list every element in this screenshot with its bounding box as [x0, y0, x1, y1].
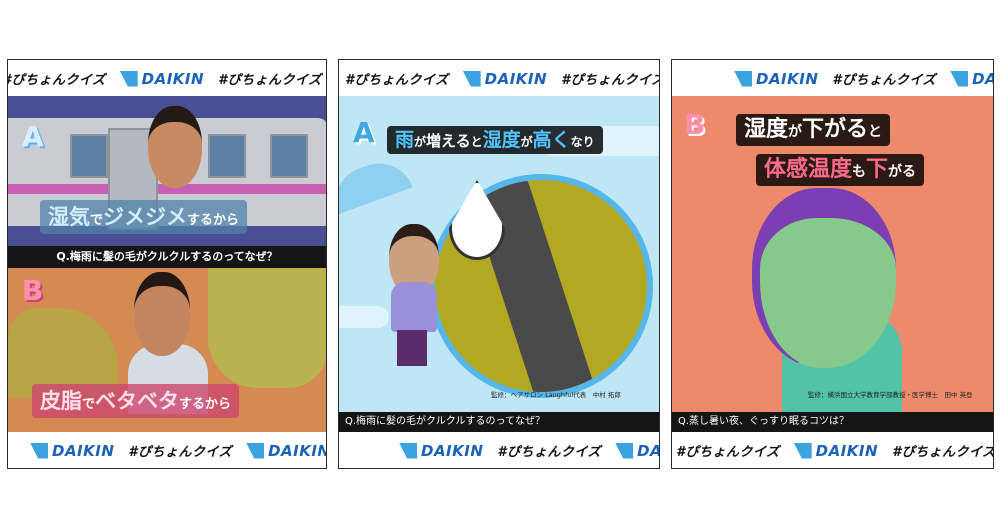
daikin-mark-icon — [246, 442, 265, 459]
hashtag: #ぴちょんクイズ — [832, 73, 937, 88]
question-caption: Q.梅雨に髪の毛がクルクルするのってなぜ？ — [8, 246, 326, 268]
daikin-mark-icon — [399, 442, 417, 459]
daikin-mark-icon — [615, 442, 634, 459]
answer-a-label: 湿気でジメジメするから — [40, 200, 248, 234]
quiz-panel-2: #ぴちょんクイズ DAIKIN #ぴちょんクイズ DAIKIN A 雨が増えると… — [338, 59, 660, 469]
train-window — [208, 134, 246, 178]
brand-strip-top: #ぴちょんクイズ DAIKIN #ぴちょんクイズ DAIKIN — [339, 60, 659, 96]
daikin-wordmark: DAIKIN — [268, 441, 326, 460]
hashtag: #ぴちょんクイズ — [218, 73, 322, 88]
brand-strip-bottom: #ぴちょんクイズ DAIKIN #ぴちょんクイズ DAIKIN — [672, 432, 993, 468]
daikin-wordmark: DAIKIN — [52, 441, 115, 460]
supervisor-credit: 監修：横浜国立大学教育学部教授・医学博士 田中 英登 — [808, 391, 973, 399]
hashtag: #ぴちょんクイズ — [561, 73, 659, 88]
daikin-logo: DAIKIN — [793, 441, 879, 460]
person-head — [148, 106, 202, 188]
daikin-wordmark: DAIKIN — [815, 441, 879, 460]
choice-letter-b: B — [22, 274, 44, 307]
answer-title: 雨が増えると湿度が高くなり — [387, 126, 603, 154]
hashtag: #ぴちょんクイズ — [8, 73, 106, 88]
person-head — [134, 272, 190, 356]
panel-3-scene: B 湿度が下がると 体感温度も下がる 監修：横浜国立大学教育学部教授・医学博士 … — [672, 96, 993, 432]
daikin-wordmark: DAIKIN — [972, 69, 993, 88]
person-head — [752, 188, 896, 368]
train-background: A 湿気でジメジメするから — [8, 96, 326, 268]
daikin-wordmark: DAIKIN — [421, 441, 484, 460]
daikin-wordmark: DAIKIN — [141, 69, 205, 88]
choice-letter-b: B — [684, 108, 706, 141]
panel-2-scene: A 雨が増えると湿度が高くなり 監修：ヘアサロン Laughful代表 中村 拓… — [339, 96, 659, 432]
person-legs — [397, 330, 427, 366]
panel-1-scene: A 湿気でジメジメするから Q.梅雨に髪の毛がクルクルするのってなぜ？ B 皮脂… — [8, 96, 326, 432]
daikin-mark-icon — [734, 70, 752, 87]
quiz-panel-1: #ぴちょんクイズ DAIKIN #ぴちょんクイズ A 湿気でジメジメするから Q… — [7, 59, 327, 469]
daikin-logo: DAIKIN — [119, 69, 205, 88]
daikin-wordmark: DAIKIN — [484, 69, 548, 88]
brand-strip-bottom: DAIKIN #ぴちょんクイズ DAIKIN — [339, 432, 659, 468]
daikin-mark-icon — [119, 70, 138, 87]
train-window — [270, 134, 308, 178]
daikin-logo: DAIKIN — [30, 442, 114, 460]
answer-line-2: 体感温度も下がる — [756, 154, 925, 186]
daikin-logo: DAIKIN — [399, 442, 483, 460]
cloud-shape — [339, 306, 389, 328]
daikin-wordmark: DAIKIN — [756, 69, 819, 88]
hashtag: #ぴちょんクイズ — [497, 445, 602, 460]
daikin-logo: DAIKIN — [734, 70, 818, 88]
daikin-mark-icon — [950, 70, 969, 87]
umbrella-icon — [339, 153, 413, 215]
answer-b-label: 皮脂でベタベタするから — [32, 384, 240, 418]
hashtag: #ぴちょんクイズ — [128, 445, 233, 460]
person-body — [391, 282, 437, 332]
brand-strip-bottom: DAIKIN #ぴちょんクイズ DAIKIN — [8, 432, 326, 468]
daikin-logo: DAIKIN — [615, 442, 659, 460]
daikin-mark-icon — [793, 442, 812, 459]
hashtag: #ぴちょんクイズ — [345, 73, 449, 88]
train-window — [70, 134, 108, 178]
choice-letter-a: A — [353, 116, 375, 149]
supervisor-credit: 監修：ヘアサロン Laughful代表 中村 拓郎 — [491, 391, 621, 399]
hashtag: #ぴちょんクイズ — [892, 445, 993, 460]
daikin-wordmark: DAIKIN — [637, 441, 659, 460]
hashtag: #ぴちょんクイズ — [676, 445, 780, 460]
daikin-mark-icon — [462, 70, 481, 87]
drip-shape — [208, 268, 326, 388]
answer-line-1: 湿度が下がると — [736, 114, 891, 146]
daikin-logo: DAIKIN — [246, 442, 326, 460]
daikin-logo: DAIKIN — [462, 69, 548, 88]
question-caption: Q.梅雨に髪の毛がクルクルするのってなぜ？ — [339, 412, 659, 432]
daikin-mark-icon — [30, 442, 48, 459]
daikin-logo: DAIKIN — [950, 70, 993, 88]
question-caption: Q.蒸し暑い夜、ぐっすり眠るコツは？ — [672, 412, 993, 432]
brand-strip-top: DAIKIN #ぴちょんクイズ DAIKIN — [672, 60, 993, 96]
brand-strip-top: #ぴちょんクイズ DAIKIN #ぴちょんクイズ — [8, 60, 326, 96]
choice-letter-a: A — [22, 120, 44, 153]
sebum-background: B 皮脂でベタベタするから — [8, 268, 326, 432]
quiz-panel-3: DAIKIN #ぴちょんクイズ DAIKIN B 湿度が下がると 体感温度も下が… — [671, 59, 994, 469]
